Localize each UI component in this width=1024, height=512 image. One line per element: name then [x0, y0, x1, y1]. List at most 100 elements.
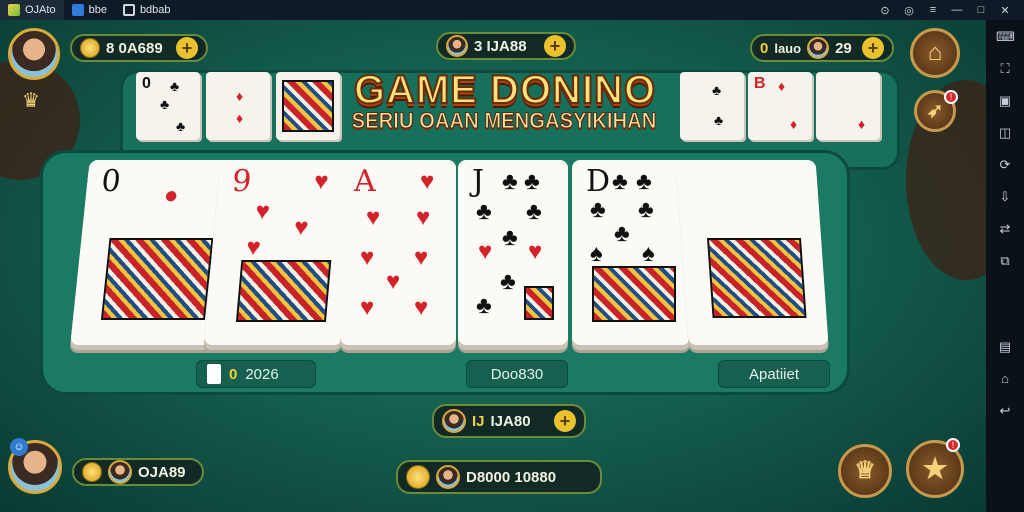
fullscreen-icon[interactable]: ⛶	[996, 60, 1014, 78]
right-label: lauo	[774, 40, 802, 56]
trophy-icon[interactable]: ♛	[16, 88, 46, 118]
mascot-avatar	[446, 35, 468, 57]
diamond-icon: ●	[162, 182, 180, 209]
club-icon: ♣	[714, 112, 724, 128]
shake-icon[interactable]: ⇄	[996, 220, 1014, 238]
coin-icon	[406, 465, 430, 489]
home-button[interactable]: ⌂	[910, 28, 960, 78]
club-icon: ♣	[502, 224, 518, 251]
files-icon[interactable]: ▤	[996, 338, 1014, 356]
spade-icon: ♠	[590, 240, 603, 267]
keyboard-icon[interactable]: ⌨	[996, 28, 1015, 46]
minimize-icon[interactable]: —	[948, 4, 966, 17]
card-rank: 0	[99, 164, 123, 199]
star-notification-badge: !	[946, 438, 960, 452]
club-icon: ♣	[614, 220, 630, 247]
add-coins-button[interactable]: +	[176, 37, 198, 59]
heart-icon: ♥	[420, 168, 435, 195]
home-icon[interactable]: ⌂	[996, 370, 1014, 388]
card-rank: 9	[230, 164, 253, 199]
bottom-player-pill: OJA89	[72, 458, 204, 486]
center-coins-pill: 3 IJA88 +	[436, 32, 576, 60]
player-avatar[interactable]	[8, 28, 60, 80]
chat-icon[interactable]: ☺	[10, 438, 28, 456]
screenshot-icon[interactable]: ▣	[996, 92, 1014, 110]
face-card-art	[235, 260, 332, 322]
bottom-player-name: OJA89	[138, 463, 186, 481]
title-bar: OJAto bbe bdbab ⊙ ◎ ≡ — □ ✕	[0, 0, 1024, 20]
top-card-2[interactable]: ♦ ♦	[206, 72, 270, 140]
left-value: 2026	[245, 365, 279, 383]
heart-icon: ♥	[528, 238, 543, 265]
heart-icon: ♥	[254, 198, 272, 225]
right-count: 29	[835, 39, 852, 57]
diamond-icon: ♦	[858, 116, 866, 132]
tab-label: bdbab	[139, 4, 171, 16]
face-card-art	[524, 286, 554, 320]
hand-card-4[interactable]: J ♣ ♣ ♣ ♣ ♥ ♣ ♥ ♣ ♣	[458, 160, 568, 345]
score-slot-center: Doo830	[466, 360, 568, 388]
hand-card-6[interactable]	[675, 160, 829, 345]
menu-icon[interactable]: ≡	[924, 4, 942, 17]
hand-card-3[interactable]: A ♥ ♥ ♥ ♥ ♥ ♥ ♥ ♥	[340, 160, 456, 345]
game-subtitle: SERIU OAAN MENGASYIKIHAN	[351, 108, 657, 134]
coin-icon	[82, 462, 102, 482]
record-icon[interactable]: ◫	[996, 124, 1014, 142]
club-icon: ♣	[526, 198, 542, 225]
center-bottom-badge: IJ	[472, 412, 485, 430]
account-icon[interactable]: ⊙	[876, 4, 894, 17]
mascot-avatar	[442, 409, 466, 433]
hand-card-5[interactable]: D ♣ ♣ ♣ ♣ ♣ ♠ ♠	[572, 160, 690, 345]
spade-icon: ♠	[642, 240, 655, 267]
emulator-sidebar: ⌨ ⛶ ▣ ◫ ⟳ ⇩ ⇄ ⧉ ▤ ⌂ ↩	[986, 20, 1024, 512]
add-center-button[interactable]: +	[544, 35, 566, 57]
install-apk-icon[interactable]: ⇩	[996, 188, 1014, 206]
right-status-pill: 0 lauo 29 +	[750, 34, 894, 62]
multi-instance-icon[interactable]: ⧉	[996, 252, 1014, 270]
top-card-5[interactable]: B ♦ ♦	[748, 72, 812, 140]
diamond-icon: ♦	[778, 78, 786, 94]
center-bottom-label: IJA80	[490, 412, 531, 430]
club-icon: ♣	[638, 196, 654, 223]
back-icon[interactable]: ↩	[996, 402, 1014, 420]
sidebar-spacer	[996, 284, 1014, 324]
face-card-art	[100, 238, 214, 320]
club-icon: ♣	[636, 168, 652, 195]
club-icon: ♣	[502, 168, 518, 195]
heart-icon: ♥	[478, 238, 493, 265]
heart-icon: ♥	[414, 244, 429, 271]
opponent-avatar	[108, 460, 132, 484]
center-coins-value: 3 IJA88	[474, 37, 527, 55]
tab-second[interactable]: bbe	[64, 0, 115, 20]
bottom-value-pill: D8000 10880	[396, 460, 602, 494]
top-card-1[interactable]: 0 ♣ ♣ ♣	[136, 72, 200, 140]
close-icon[interactable]: ✕	[996, 4, 1014, 17]
diamond-icon: ♦	[790, 116, 798, 132]
tab-app[interactable]: OJAto	[0, 0, 64, 20]
heart-icon: ♥	[386, 268, 401, 295]
hand-card-2[interactable]: 9 ♥ ♥ ♥ ♥	[203, 160, 359, 345]
add-right-button[interactable]: +	[862, 37, 884, 59]
club-icon: ♣	[476, 292, 492, 319]
club-icon: ♣	[524, 168, 540, 195]
add-bottom-button[interactable]: +	[554, 410, 576, 432]
heart-icon: ♥	[245, 234, 262, 261]
rotate-icon[interactable]: ⟳	[996, 156, 1014, 174]
face-card-art	[706, 238, 807, 318]
card-rank: A	[354, 164, 376, 199]
window-controls: ⊙ ◎ ≡ — □ ✕	[876, 4, 1024, 17]
center-value: Doo830	[490, 365, 544, 383]
opponent-avatar	[436, 465, 460, 489]
club-icon: ♣	[590, 196, 606, 223]
cards-button[interactable]: ♕	[838, 444, 892, 498]
game-title: GAME DONINO	[353, 67, 657, 113]
club-icon: ♣	[612, 168, 628, 195]
card-mini-icon	[207, 364, 221, 384]
settings-icon[interactable]: ◎	[900, 4, 918, 17]
heart-icon: ♥	[360, 294, 375, 321]
top-card-6[interactable]: ♦	[816, 72, 880, 140]
tab-third[interactable]: bdbab	[115, 0, 179, 20]
top-card-4[interactable]: ♣ ♣	[680, 72, 744, 140]
app-logo-icon	[8, 4, 20, 16]
maximize-icon[interactable]: □	[972, 4, 990, 17]
